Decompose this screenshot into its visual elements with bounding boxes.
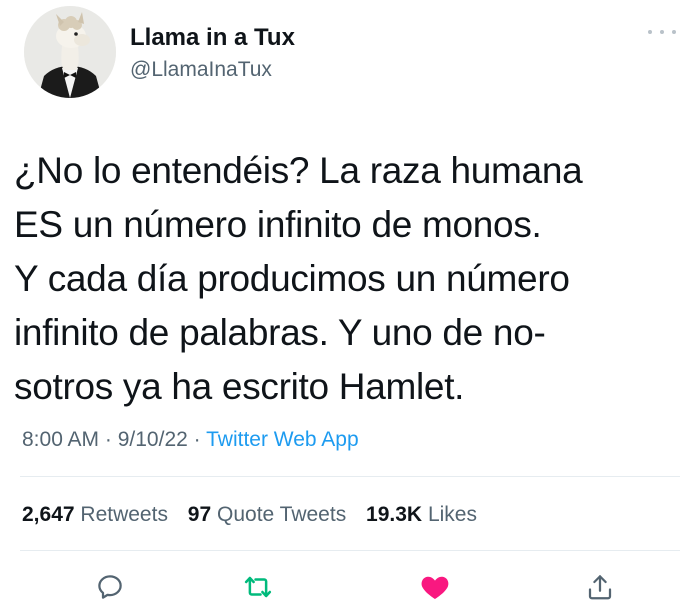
tweet-text-line: sotros ya ha escrito Hamlet. — [14, 366, 465, 407]
avatar[interactable] — [24, 6, 116, 98]
tweet-source[interactable]: Twitter Web App — [206, 428, 359, 451]
likes-stat[interactable]: 19.3K Likes — [366, 503, 477, 526]
retweets-stat[interactable]: 2,647 Retweets — [22, 503, 168, 526]
retweets-label: Retweets — [80, 503, 168, 526]
reply-button[interactable] — [88, 565, 132, 609]
retweet-button[interactable] — [236, 565, 280, 609]
divider — [20, 550, 680, 551]
retweets-count: 2,647 — [22, 503, 75, 526]
tweet-stats: 2,647 Retweets 97 Quote Tweets 19.3K Lik… — [22, 503, 491, 527]
tweet-text-line: Y cada día producimos un número — [14, 258, 570, 299]
tweet-time[interactable]: 8:00 AM — [22, 428, 99, 451]
heart-icon — [421, 576, 449, 599]
retweet-icon — [244, 576, 272, 598]
more-dot — [648, 30, 652, 34]
llama-avatar-icon — [24, 6, 116, 98]
quote-tweets-count: 97 — [187, 503, 212, 526]
tweet-text-line: infinito de palabras. Y uno de no- — [14, 312, 546, 353]
divider — [20, 476, 680, 477]
likes-count: 19.3K — [366, 503, 423, 526]
reply-icon — [98, 575, 122, 599]
quote-tweets-stat[interactable]: 97 Quote Tweets — [188, 503, 346, 526]
quote-tweets-label: Quote Tweets — [217, 503, 347, 526]
meta-separator: · — [99, 428, 118, 451]
more-dot — [672, 30, 676, 34]
share-icon — [588, 575, 612, 600]
meta-separator: · — [187, 428, 207, 451]
tweet-text-line: ¿No lo entendéis? La raza humana — [14, 150, 583, 191]
tweet-text: ¿No lo entendéis? La raza humana ES un n… — [14, 144, 694, 414]
author-display-name[interactable]: Llama in a Tux — [130, 24, 295, 52]
more-dot — [660, 30, 664, 34]
tweet-date[interactable]: 9/10/22 — [118, 428, 188, 451]
tweet-card: Llama in a Tux @LlamaInaTux ¿No lo enten… — [0, 0, 700, 615]
tweet-meta: 8:00 AM · 9/10/22 · Twitter Web App — [22, 428, 359, 452]
tweet-text-line: ES un número infinito de monos. — [14, 204, 542, 245]
share-button[interactable] — [578, 565, 622, 609]
action-bar — [0, 565, 700, 609]
author-handle[interactable]: @LlamaInaTux — [130, 58, 272, 82]
more-options-icon[interactable] — [648, 22, 676, 42]
like-button[interactable] — [413, 565, 457, 609]
likes-label: Likes — [427, 503, 477, 526]
